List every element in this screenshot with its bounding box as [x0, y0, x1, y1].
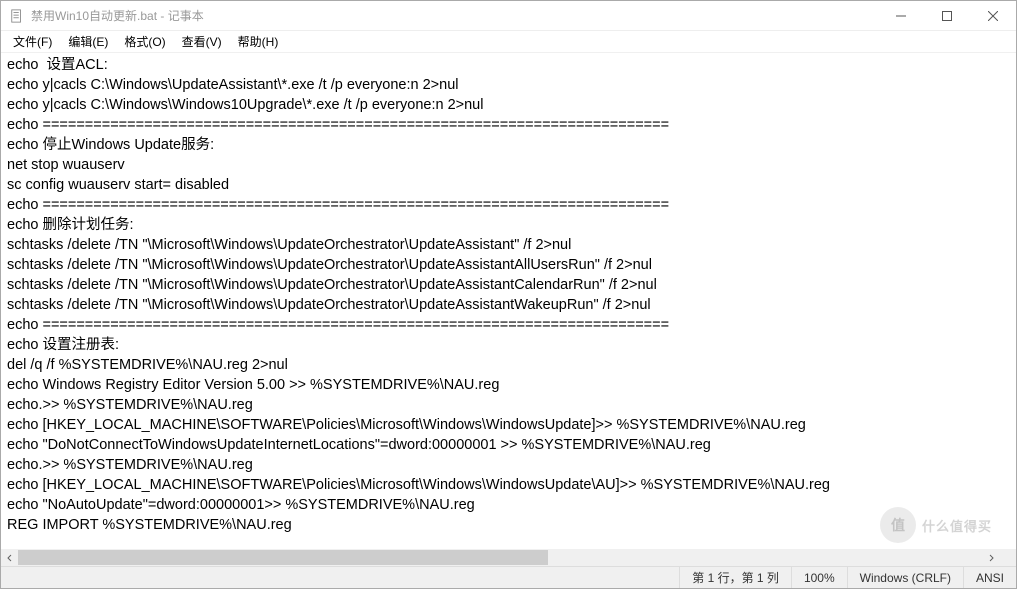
- scroll-left-icon[interactable]: [1, 549, 18, 566]
- text-line: del /q /f %SYSTEMDRIVE%\NAU.reg 2>nul: [7, 355, 1010, 375]
- status-zoom: 100%: [791, 567, 847, 588]
- menu-view[interactable]: 查看(V): [174, 31, 230, 52]
- menu-format[interactable]: 格式(O): [116, 31, 173, 52]
- editor-wrap: echo 设置ACL:echo y|cacls C:\Windows\Updat…: [1, 53, 1016, 566]
- text-line: schtasks /delete /TN "\Microsoft\Windows…: [7, 255, 1010, 275]
- text-line: echo 删除计划任务:: [7, 215, 1010, 235]
- text-editor[interactable]: echo 设置ACL:echo y|cacls C:\Windows\Updat…: [1, 53, 1016, 549]
- text-line: echo y|cacls C:\Windows\Windows10Upgrade…: [7, 95, 1010, 115]
- close-button[interactable]: [970, 1, 1016, 31]
- text-line: echo ===================================…: [7, 315, 1010, 335]
- text-line: echo ===================================…: [7, 115, 1010, 135]
- horizontal-scrollbar[interactable]: [1, 549, 999, 566]
- text-line: schtasks /delete /TN "\Microsoft\Windows…: [7, 235, 1010, 255]
- menubar: 文件(F) 编辑(E) 格式(O) 查看(V) 帮助(H): [1, 31, 1016, 53]
- scroll-right-icon[interactable]: [982, 549, 999, 566]
- scroll-corner: [999, 549, 1016, 566]
- scroll-thumb[interactable]: [18, 550, 548, 565]
- text-line: echo Windows Registry Editor Version 5.0…: [7, 375, 1010, 395]
- app-icon: [9, 8, 25, 24]
- text-line: echo.>> %SYSTEMDRIVE%\NAU.reg: [7, 395, 1010, 415]
- menu-edit[interactable]: 编辑(E): [60, 31, 116, 52]
- text-line: echo y|cacls C:\Windows\UpdateAssistant\…: [7, 75, 1010, 95]
- window-title: 禁用Win10自动更新.bat - 记事本: [31, 7, 204, 24]
- statusbar: 第 1 行，第 1 列 100% Windows (CRLF) ANSI: [1, 566, 1016, 588]
- text-line: echo ===================================…: [7, 195, 1010, 215]
- text-line: echo 停止Windows Update服务:: [7, 135, 1010, 155]
- text-line: echo.>> %SYSTEMDRIVE%\NAU.reg: [7, 455, 1010, 475]
- text-line: echo 设置ACL:: [7, 55, 1010, 75]
- status-encoding: ANSI: [963, 567, 1016, 588]
- text-line: schtasks /delete /TN "\Microsoft\Windows…: [7, 295, 1010, 315]
- titlebar: 禁用Win10自动更新.bat - 记事本: [1, 1, 1016, 31]
- text-line: echo [HKEY_LOCAL_MACHINE\SOFTWARE\Polici…: [7, 475, 1010, 495]
- text-line: echo 设置注册表:: [7, 335, 1010, 355]
- status-line-ending: Windows (CRLF): [847, 567, 963, 588]
- text-line: echo [HKEY_LOCAL_MACHINE\SOFTWARE\Polici…: [7, 415, 1010, 435]
- text-line: echo "DoNotConnectToWindowsUpdateInterne…: [7, 435, 1010, 455]
- status-position: 第 1 行，第 1 列: [679, 567, 791, 588]
- text-line: net stop wuauserv: [7, 155, 1010, 175]
- text-line: REG IMPORT %SYSTEMDRIVE%\NAU.reg: [7, 515, 1010, 535]
- minimize-button[interactable]: [878, 1, 924, 31]
- text-line: echo "NoAutoUpdate"=dword:00000001>> %SY…: [7, 495, 1010, 515]
- text-line: sc config wuauserv start= disabled: [7, 175, 1010, 195]
- menu-file[interactable]: 文件(F): [5, 31, 60, 52]
- menu-help[interactable]: 帮助(H): [230, 31, 287, 52]
- text-line: schtasks /delete /TN "\Microsoft\Windows…: [7, 275, 1010, 295]
- maximize-button[interactable]: [924, 1, 970, 31]
- scroll-track[interactable]: [18, 549, 982, 566]
